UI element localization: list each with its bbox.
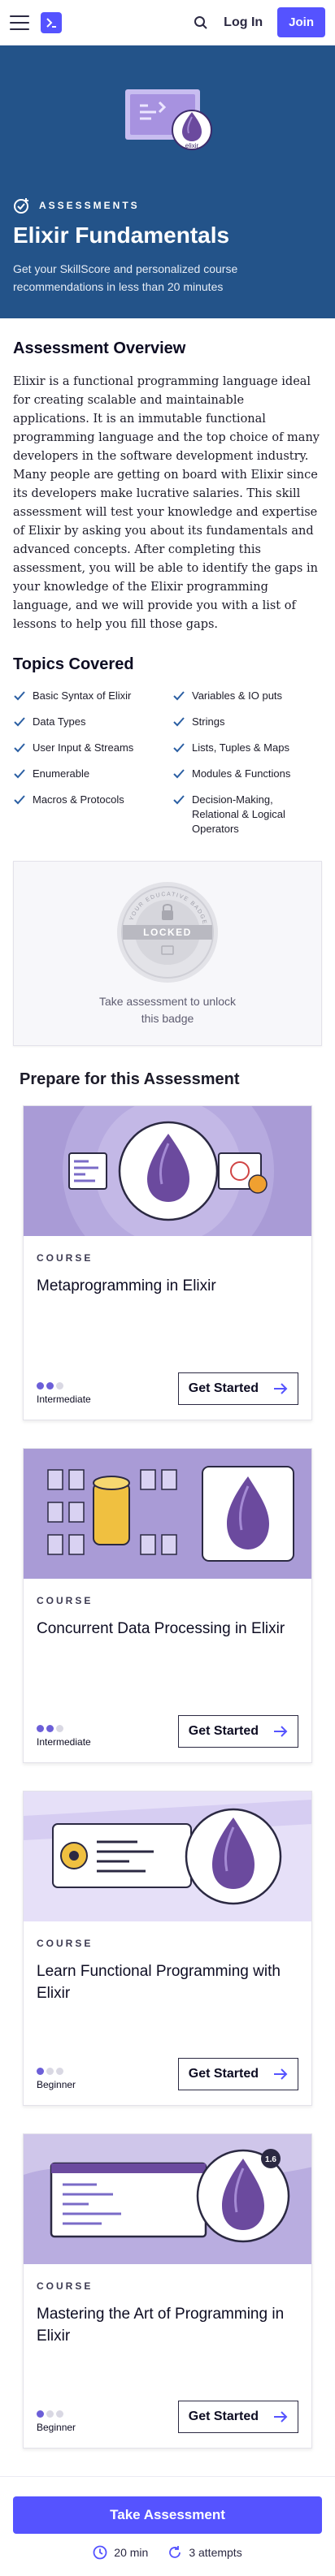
level-indicator: Intermediate [37, 1382, 91, 1405]
topics-heading: Topics Covered [13, 655, 134, 673]
get-started-button[interactable]: Get Started [177, 1372, 298, 1405]
take-assessment-button[interactable]: Take Assessment [13, 2496, 322, 2534]
check-icon [14, 717, 25, 727]
assessment-meta: 20 min 3 attempts [13, 2545, 322, 2560]
check-icon [173, 691, 185, 701]
topic-item: User Input & Streams [13, 741, 163, 755]
duration: 20 min [93, 2545, 148, 2560]
hero: elixir ASSESSMENTS Elixir Fundamentals G… [0, 45, 335, 318]
prepare-heading: Prepare for this Assessment [20, 1070, 240, 1088]
get-started-label: Get Started [188, 2410, 259, 2423]
check-icon [14, 743, 25, 753]
check-icon [14, 795, 25, 805]
refresh-icon [169, 2546, 181, 2558]
attempts-label: 3 attempts [189, 2546, 242, 2559]
check-icon [173, 717, 185, 727]
topic-item: Strings [172, 715, 322, 729]
topic-item: Macros & Protocols [13, 793, 163, 836]
course-illustration [24, 1449, 311, 1579]
topic-item: Variables & IO puts [172, 689, 322, 703]
overview-text: Elixir is a functional programming langu… [13, 375, 320, 631]
check-icon [14, 691, 25, 701]
elixir-badge-text: elixir [185, 142, 199, 149]
level-dots [37, 1725, 91, 1732]
course-card[interactable]: COURSE Learn Functional Programming with… [23, 1791, 312, 2106]
topics-list: Basic Syntax of Elixir Variables & IO pu… [13, 689, 322, 836]
course-card[interactable]: COURSE Concurrent Data Processing in Eli… [23, 1448, 312, 1763]
course-eyebrow: COURSE [37, 1595, 94, 1606]
check-icon [173, 795, 185, 805]
course-title[interactable]: Learn Functional Programming with Elixir [37, 1960, 298, 2042]
check-icon [14, 769, 25, 779]
get-started-button[interactable]: Get Started [177, 2401, 298, 2433]
topic-item: Lists, Tuples & Maps [172, 741, 322, 755]
elixir-badge-image: elixir [13, 84, 322, 153]
version-badge-text: 1.6 [265, 2155, 276, 2164]
top-nav: Log In Join [0, 0, 335, 45]
get-started-button[interactable]: Get Started [177, 2058, 298, 2090]
course-illustration [24, 1106, 311, 1236]
level-indicator: Intermediate [37, 1725, 91, 1748]
hero-eyebrow-label: ASSESSMENTS [39, 200, 140, 211]
course-card[interactable]: COURSE Metaprogramming in Elixir Interme… [23, 1105, 312, 1420]
level-dots [37, 2410, 76, 2418]
get-started-label: Get Started [188, 1381, 259, 1395]
topic-item: Data Types [13, 715, 163, 729]
join-button[interactable]: Join [277, 7, 325, 37]
locked-badge-icon: YOUR EDUCATIVE BADGE LOCKED [117, 882, 218, 983]
level-indicator: Beginner [37, 2410, 76, 2433]
overview-heading: Assessment Overview [13, 339, 186, 357]
course-illustration [24, 1792, 311, 1921]
level-indicator: Beginner [37, 2068, 76, 2090]
bottom-bar: Take Assessment 20 min 3 attempts [0, 2476, 335, 2576]
level-dots [37, 2068, 76, 2075]
level-label: Intermediate [37, 1736, 91, 1748]
assessment-icon [14, 198, 28, 214]
course-title[interactable]: Metaprogramming in Elixir [37, 1275, 298, 1356]
topic-item: Enumerable [13, 767, 163, 781]
hero-eyebrow: ASSESSMENTS [13, 197, 322, 214]
arrow-right-icon [274, 1383, 288, 1394]
badge-card: YOUR EDUCATIVE BADGE LOCKED Take assessm… [13, 861, 322, 1046]
page-title: Elixir Fundamentals [13, 223, 230, 248]
get-started-label: Get Started [188, 1724, 259, 1738]
course-eyebrow: COURSE [37, 1252, 94, 1264]
menu-icon[interactable] [10, 15, 29, 30]
level-label: Intermediate [37, 1394, 91, 1405]
level-dots [37, 1382, 91, 1390]
hero-subtitle: Get your SkillScore and personalized cou… [13, 262, 238, 293]
clock-icon [93, 2545, 107, 2560]
topic-item: Basic Syntax of Elixir [13, 689, 163, 703]
get-started-label: Get Started [188, 2067, 259, 2081]
course-eyebrow: COURSE [37, 1938, 94, 1949]
login-link[interactable]: Log In [224, 15, 263, 30]
search-icon[interactable] [186, 8, 215, 37]
course-illustration: 1.6 [24, 2134, 311, 2264]
get-started-button[interactable]: Get Started [177, 1715, 298, 1748]
course-title[interactable]: Concurrent Data Processing in Elixir [37, 1618, 298, 1699]
arrow-right-icon [274, 2411, 288, 2423]
locked-label: LOCKED [143, 927, 192, 938]
topic-item: Modules & Functions [172, 767, 322, 781]
check-icon [173, 743, 185, 753]
course-eyebrow: COURSE [37, 2280, 94, 2292]
course-card[interactable]: 1.6 COURSE Mastering the Art of Programm… [23, 2133, 312, 2448]
logo-icon[interactable] [41, 11, 62, 33]
topic-item: Decision-Making, Relational & Logical Op… [172, 793, 322, 836]
arrow-right-icon [274, 2068, 288, 2080]
duration-label: 20 min [114, 2546, 149, 2559]
course-title[interactable]: Mastering the Art of Programming in Elix… [37, 2303, 298, 2384]
level-label: Beginner [37, 2079, 76, 2090]
check-icon [173, 769, 185, 779]
badge-caption: Take assessment to unlock this badge [98, 995, 237, 1025]
level-label: Beginner [37, 2422, 76, 2433]
arrow-right-icon [274, 1726, 288, 1737]
attempts: 3 attempts [168, 2545, 242, 2560]
